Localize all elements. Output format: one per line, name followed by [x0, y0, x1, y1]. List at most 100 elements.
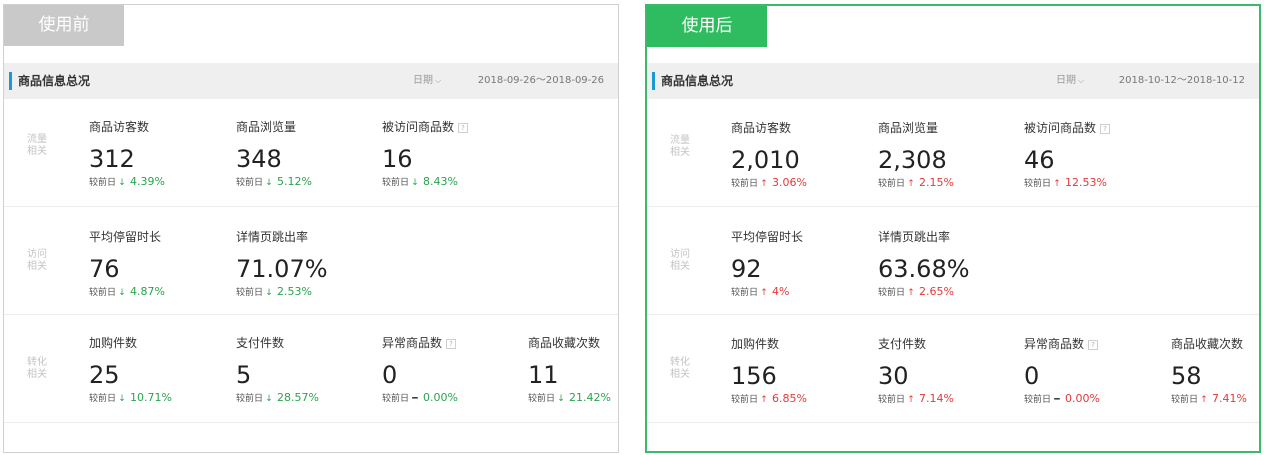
- panel-before: 使用前 商品信息总况 日期 ⌵ 2018-09-26～2018-09-26 流量相…: [3, 4, 619, 453]
- arrow-down-icon: ↓: [265, 178, 273, 188]
- arrow-down-icon: ↓: [118, 288, 126, 298]
- metric-label: 商品收藏次数: [528, 336, 601, 350]
- metric-label: 商品浏览量: [878, 121, 939, 135]
- panel-after: 使用后 商品信息总况 日期 ⌵ 2018-10-12～2018-10-12 流量相…: [645, 4, 1261, 453]
- help-icon[interactable]: ?: [1100, 124, 1111, 134]
- metric-compare: 较前日 ━ 0.00%: [1024, 392, 1100, 405]
- metric-value: 25: [89, 361, 120, 389]
- metric-label: 支付件数: [878, 337, 927, 351]
- metric-visitors: 商品访客数 312 较前日 ↓ 4.39%: [89, 119, 165, 190]
- dash-icon: ━: [1054, 395, 1060, 405]
- section-label: 流量 相关: [27, 134, 47, 157]
- metric-value: 5: [236, 361, 252, 389]
- arrow-up-icon: ↑: [1053, 179, 1061, 189]
- metric-compare: 较前日 ━ 0.00%: [382, 391, 458, 404]
- metric-label: 商品收藏次数: [1171, 337, 1244, 351]
- metric-value: 30: [878, 362, 909, 390]
- chevron-down-icon: ⌵: [435, 76, 442, 85]
- arrow-up-icon: ↑: [760, 179, 768, 189]
- arrow-up-icon: ↑: [760, 288, 768, 298]
- metric-compare: 较前日 ↓ 2.53%: [236, 285, 312, 298]
- arrow-up-icon: ↑: [760, 395, 768, 405]
- section-label: 访问 相关: [670, 249, 690, 272]
- arrow-up-icon: ↑: [907, 288, 915, 298]
- help-icon[interactable]: ?: [446, 339, 457, 349]
- metric-value: 76: [89, 255, 120, 283]
- metric-value: 16: [382, 145, 413, 173]
- metric-favorites: 商品收藏次数 11 较前日 ↓ 21.42%: [528, 335, 611, 406]
- date-dropdown[interactable]: 日期 ⌵: [413, 73, 441, 89]
- metric-compare: 较前日 ↑ 12.53%: [1024, 176, 1107, 189]
- dash-icon: ━: [412, 394, 418, 404]
- arrow-up-icon: ↑: [907, 179, 915, 189]
- section-visit: 访问 相关 平均停留时长 92 较前日 ↑ 4% 详情页跳出率 63.68% 较前日 ↑…: [647, 207, 1259, 315]
- metric-value: 63.68%: [878, 255, 970, 283]
- metric-value: 2,308: [878, 146, 947, 174]
- metric-value: 156: [731, 362, 777, 390]
- metric-avg-stay: 平均停留时长 76 较前日 ↓ 4.87%: [89, 229, 165, 300]
- section-label: 访问 相关: [27, 249, 47, 272]
- metric-visited-products: 被访问商品数? 16 较前日 ↓ 8.43%: [382, 119, 469, 190]
- metric-label: 支付件数: [236, 336, 285, 350]
- arrow-down-icon: ↓: [265, 288, 273, 298]
- metric-compare: 较前日 ↑ 7.14%: [878, 392, 954, 405]
- metric-label: 加购件数: [89, 336, 138, 350]
- section-traffic: 流量 相关 商品访客数 312 较前日 ↓ 4.39% 商品浏览量 348 较前日 ↓ 5…: [4, 99, 618, 207]
- metric-bounce-rate: 详情页跳出率 71.07% 较前日 ↓ 2.53%: [236, 229, 328, 300]
- metric-label: 商品浏览量: [236, 120, 297, 134]
- arrow-up-icon: ↑: [907, 395, 915, 405]
- metric-label: 异常商品数?: [382, 335, 458, 351]
- metric-value: 0: [1024, 362, 1040, 390]
- metric-compare: 较前日 ↓ 4.39%: [89, 175, 165, 188]
- metric-pageviews: 商品浏览量 2,308 较前日 ↑ 2.15%: [878, 120, 954, 191]
- metric-label: 被访问商品数?: [1024, 120, 1111, 136]
- metric-value: 312: [89, 145, 135, 173]
- metric-label: 详情页跳出率: [878, 230, 951, 244]
- help-icon[interactable]: ?: [1088, 340, 1099, 350]
- arrow-down-icon: ↓: [265, 394, 273, 404]
- metric-cart-adds: 加购件数 25 较前日 ↓ 10.71%: [89, 335, 172, 406]
- metric-visited-products: 被访问商品数? 46 较前日 ↑ 12.53%: [1024, 120, 1111, 191]
- date-range: 2018-09-26～2018-09-26: [477, 75, 604, 86]
- metric-visitors: 商品访客数 2,010 较前日 ↑ 3.06%: [731, 120, 807, 191]
- section-traffic: 流量 相关 商品访客数 2,010 较前日 ↑ 3.06% 商品浏览量 2,308 较…: [647, 99, 1259, 207]
- metric-label: 被访问商品数?: [382, 119, 469, 135]
- section-label: 流量 相关: [670, 135, 690, 158]
- metric-value: 0: [382, 361, 398, 389]
- arrow-down-icon: ↓: [118, 178, 126, 188]
- arrow-up-icon: ↑: [1200, 395, 1208, 405]
- chevron-down-icon: ⌵: [1078, 76, 1085, 85]
- metric-label: 异常商品数?: [1024, 336, 1100, 352]
- metric-compare: 较前日 ↓ 8.43%: [382, 175, 458, 188]
- metric-abnormal-products: 异常商品数? 0 较前日 ━ 0.00%: [1024, 336, 1100, 407]
- metric-compare: 较前日 ↑ 7.41%: [1171, 392, 1247, 405]
- section-label: 转化 相关: [27, 357, 47, 380]
- date-range: 2018-10-12～2018-10-12: [1118, 75, 1245, 86]
- metric-compare: 较前日 ↓ 4.87%: [89, 285, 165, 298]
- metric-label: 详情页跳出率: [236, 230, 309, 244]
- metric-cart-adds: 加购件数 156 较前日 ↑ 6.85%: [731, 336, 807, 407]
- metric-paid-items: 支付件数 30 较前日 ↑ 7.14%: [878, 336, 954, 407]
- metric-compare: 较前日 ↑ 6.85%: [731, 392, 807, 405]
- section-conversion: 转化 相关 加购件数 25 较前日 ↓ 10.71% 支付件数 5 较前日 ↓ 28.57…: [4, 315, 618, 423]
- overview-title: 商品信息总况: [652, 72, 733, 90]
- metric-compare: 较前日 ↑ 2.15%: [878, 176, 954, 189]
- metric-compare: 较前日 ↓ 5.12%: [236, 175, 312, 188]
- panel-tag: 使用前: [4, 5, 124, 46]
- metric-bounce-rate: 详情页跳出率 63.68% 较前日 ↑ 2.65%: [878, 229, 970, 300]
- metric-value: 348: [236, 145, 282, 173]
- section-header: 商品信息总况 日期 ⌵ 2018-09-26～2018-09-26: [4, 63, 618, 99]
- metric-compare: 较前日 ↑ 2.65%: [878, 285, 954, 298]
- section-header: 商品信息总况 日期 ⌵ 2018-10-12～2018-10-12: [647, 63, 1259, 99]
- arrow-down-icon: ↓: [118, 394, 126, 404]
- section-conversion: 转化 相关 加购件数 156 较前日 ↑ 6.85% 支付件数 30 较前日 ↑ 7.14…: [647, 315, 1259, 423]
- metric-compare: 较前日 ↑ 4%: [731, 285, 790, 298]
- metric-label: 加购件数: [731, 337, 780, 351]
- metric-label: 平均停留时长: [89, 230, 162, 244]
- metric-value: 71.07%: [236, 255, 328, 283]
- metric-favorites: 商品收藏次数 58 较前日 ↑ 7.41%: [1171, 336, 1247, 407]
- date-dropdown[interactable]: 日期 ⌵: [1056, 73, 1084, 89]
- metric-paid-items: 支付件数 5 较前日 ↓ 28.57%: [236, 335, 319, 406]
- help-icon[interactable]: ?: [458, 123, 469, 133]
- metric-value: 2,010: [731, 146, 800, 174]
